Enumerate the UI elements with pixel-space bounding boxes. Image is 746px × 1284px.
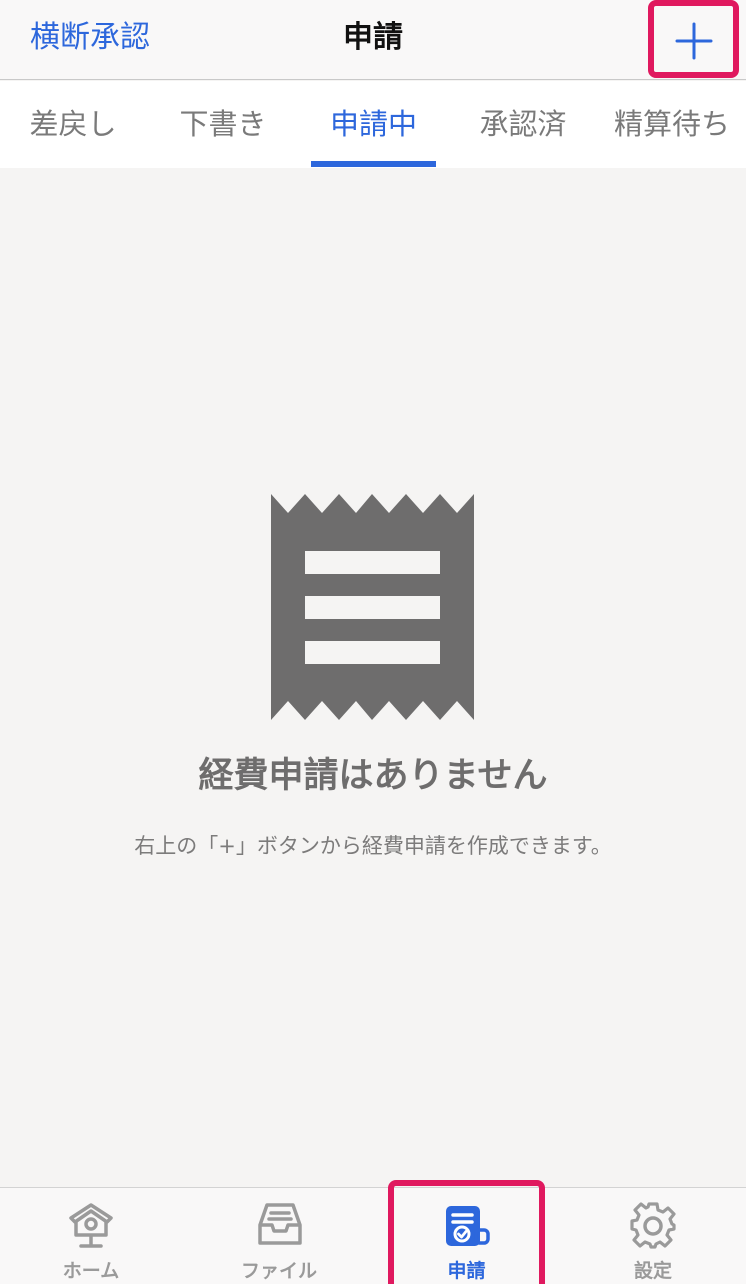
tab-awaiting-settlement[interactable]: 精算待ち <box>602 81 742 168</box>
application-document-icon <box>446 1206 490 1246</box>
nav-files-label: ファイル <box>240 1260 317 1282</box>
nav-settings[interactable]: 設定 <box>562 1188 744 1284</box>
home-icon <box>69 1203 113 1248</box>
status-tabs: 差戻し 下書き 申請中 承認済 精算待ち <box>0 81 746 168</box>
nav-files[interactable]: ファイル <box>188 1188 370 1284</box>
plus-icon <box>675 22 713 60</box>
tab-approved[interactable]: 承認済 <box>455 81 591 168</box>
nav-application[interactable]: 申請 <box>388 1188 545 1284</box>
add-button[interactable] <box>648 0 739 78</box>
tab-returned[interactable]: 差戻し <box>5 81 141 168</box>
page-title: 申請 <box>343 20 403 55</box>
app-screen: 横断承認 申請 差戻し 下書き 申請中 承認済 精算待ち 経費申請はありません … <box>0 0 746 1284</box>
bottom-tab-bar: ホーム ファイル 申請 設定 <box>0 1187 746 1284</box>
tab-in-application[interactable]: 申請中 <box>305 81 442 168</box>
tab-draft[interactable]: 下書き <box>155 81 291 168</box>
active-tab-indicator <box>311 161 436 167</box>
nav-application-label: 申請 <box>447 1260 486 1282</box>
empty-state-title: 経費申請はありません <box>198 756 548 796</box>
nav-header: 横断承認 申請 <box>0 0 746 80</box>
inbox-tray-icon <box>258 1203 302 1245</box>
receipt-icon <box>271 494 474 724</box>
empty-state-description: 右上の「+」ボタンから経費申請を作成できます。 <box>134 834 612 858</box>
nav-home[interactable]: ホーム <box>0 1188 182 1284</box>
nav-settings-label: 設定 <box>633 1260 672 1282</box>
gear-icon <box>630 1202 676 1249</box>
nav-home-label: ホーム <box>62 1260 120 1282</box>
